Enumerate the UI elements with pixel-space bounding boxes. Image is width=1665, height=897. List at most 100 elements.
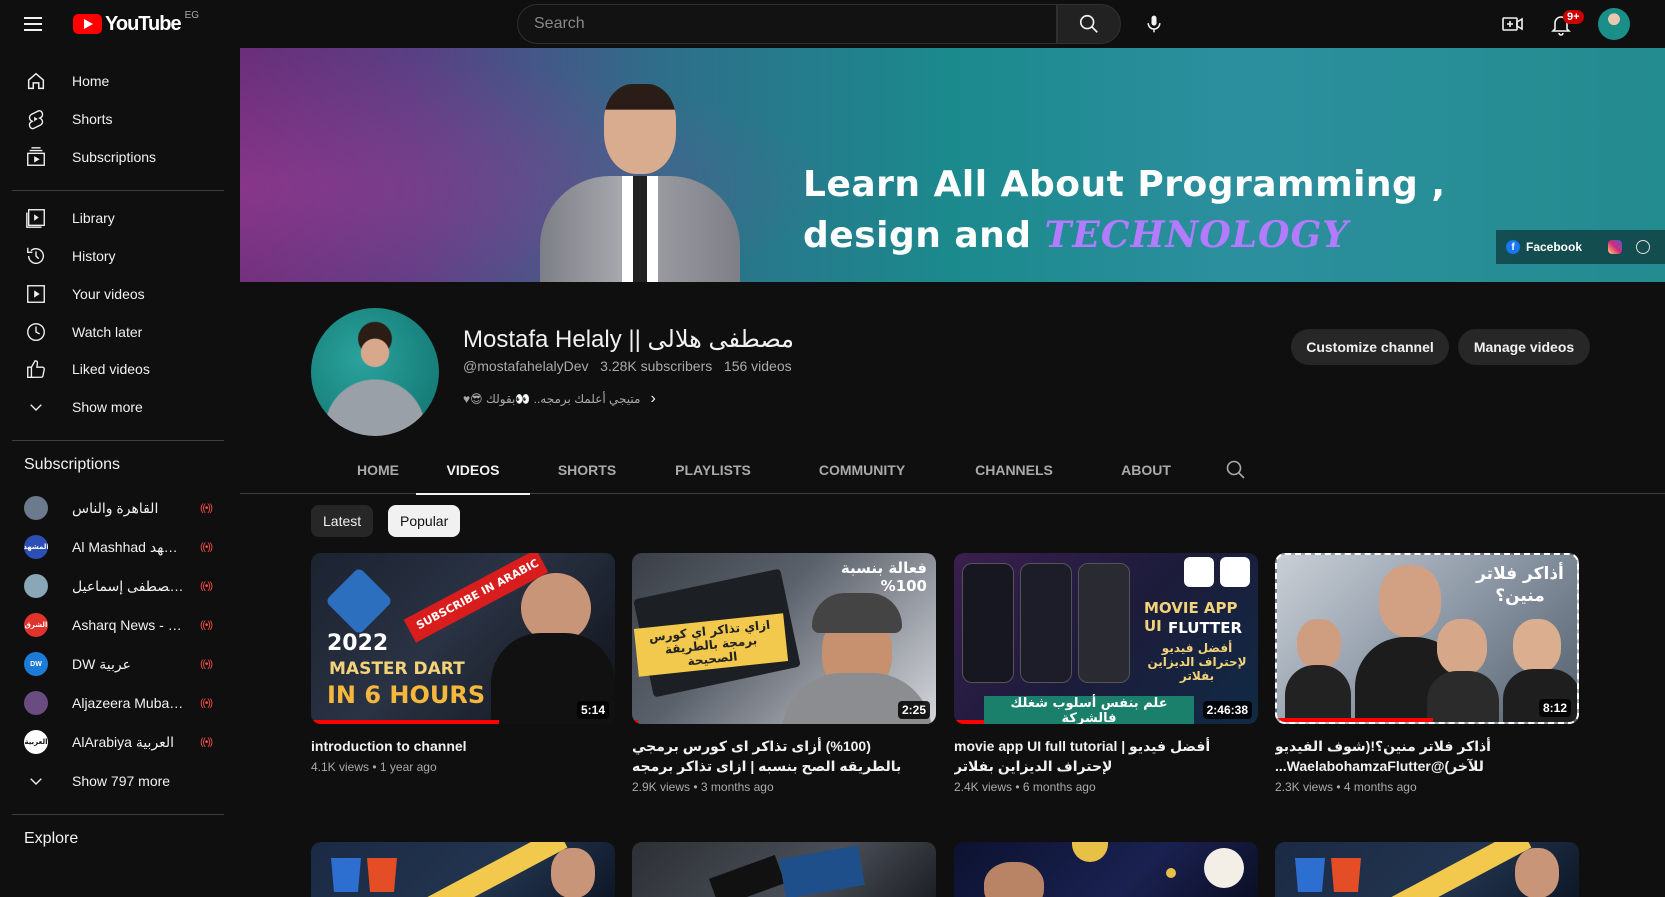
sidebar-item-show-more[interactable]: Show more <box>12 387 224 427</box>
subscription-label: الشيخ مصطفى إسماعيل <box>72 577 184 594</box>
video-thumbnail[interactable] <box>632 842 936 897</box>
sidebar-item-shorts[interactable]: Shorts <box>12 99 224 139</box>
manage-videos-button[interactable]: Manage videos <box>1458 329 1590 365</box>
video-meta: 2.9K views • 3 months ago <box>632 780 774 794</box>
subscription-label: Al Mashhad المشهد <box>72 538 184 555</box>
search-box <box>517 4 1057 44</box>
video-thumbnail[interactable]: أذاكر فلاتر منين؟ 8:12 <box>1275 553 1579 724</box>
tab-playlists[interactable]: PLAYLISTS <box>644 446 782 494</box>
thumbnail-text: 2022 <box>327 631 389 656</box>
video-thumbnail[interactable]: MOVIE APP UI FLUTTER أفضل فيديو لإحتراف … <box>954 553 1258 724</box>
search-icon[interactable] <box>1224 458 1248 482</box>
sidebar-item-history[interactable]: History <box>12 236 224 276</box>
subscription-item[interactable]: الشرق Asharq News - الشرق ((•)) <box>12 605 224 645</box>
banner-links: f Facebook <box>1496 230 1665 264</box>
video-title[interactable]: أذاكر فلاتر منين؟!(شوف الفيديو للآخر)@Wa… <box>1275 736 1579 776</box>
banner-line-1: Learn All About Programming , <box>803 164 1446 205</box>
video-card[interactable]: أذاكر فلاتر منين؟ 8:12 أذاكر فلاتر منين؟… <box>1275 553 1579 794</box>
tab-community[interactable]: COMMUNITY <box>782 446 942 494</box>
banner-accent-text: TECHNOLOGY <box>1044 214 1349 256</box>
subscription-label: Aljazeera Mubasher <box>72 695 184 711</box>
explore-heading: Explore <box>24 830 79 847</box>
video-title[interactable]: introduction to channel <box>311 736 615 756</box>
video-title[interactable]: (%100) أزاى تذاكر اى كورس برمجي بالطريقه… <box>632 736 936 776</box>
facebook-link[interactable]: Facebook <box>1526 240 1582 254</box>
instagram-icon[interactable] <box>1608 240 1623 254</box>
video-thumbnail[interactable] <box>311 842 615 897</box>
subscriber-count: 3.28K subscribers <box>600 358 713 374</box>
microphone-icon <box>1147 15 1161 33</box>
chevron-down-icon <box>24 769 48 793</box>
video-card[interactable]: MOVIE APP UI FLUTTER أفضل فيديو لإحتراف … <box>954 553 1258 794</box>
sidebar-item-subscriptions[interactable]: Subscriptions <box>12 137 224 177</box>
channel-avatar <box>24 691 48 715</box>
live-icon: ((•)) <box>200 619 213 631</box>
subscription-label: Asharq News - الشرق <box>72 616 184 633</box>
notifications-button[interactable]: 9+ <box>1541 8 1584 40</box>
sidebar-item-label: History <box>72 248 116 264</box>
search-input[interactable] <box>518 5 1056 43</box>
video-meta: 2.3K views • 4 months ago <box>1275 780 1417 794</box>
channel-avatar-large[interactable] <box>311 308 439 436</box>
chip-latest[interactable]: Latest <box>311 505 374 537</box>
sidebar-item-label: Liked videos <box>72 361 150 377</box>
video-duration: 2:46:38 <box>1202 701 1252 719</box>
sidebar-divider <box>12 814 224 815</box>
tab-videos[interactable]: VIDEOS <box>416 446 530 495</box>
tab-home[interactable]: HOME <box>326 446 430 494</box>
channel-handle: @mostafahelalyDev <box>463 358 589 374</box>
sidebar-item-home[interactable]: Home <box>12 61 224 101</box>
video-thumbnail[interactable] <box>954 842 1258 897</box>
channel-avatar: DW <box>24 652 48 676</box>
sidebar-item-liked-videos[interactable]: Liked videos <box>12 349 224 389</box>
create-button[interactable] <box>1493 8 1533 40</box>
video-card[interactable]: فعالة بنسبة 100% ازاي تذاكر اي كورس برمج… <box>632 553 936 794</box>
live-icon: ((•)) <box>200 658 213 670</box>
thumbnail-text: علم بنفس أسلوب شغلك فالشركة <box>984 696 1194 724</box>
globe-icon[interactable] <box>1636 240 1651 254</box>
search-button[interactable] <box>1057 4 1121 44</box>
subscription-item[interactable]: المشهد Al Mashhad المشهد ((•)) <box>12 527 224 567</box>
watch-progress-bar <box>954 720 985 724</box>
sidebar-item-label: Shorts <box>72 111 113 127</box>
live-icon: ((•)) <box>200 502 213 514</box>
notification-badge: 9+ <box>1563 10 1584 24</box>
menu-icon[interactable] <box>24 14 48 34</box>
video-thumbnail[interactable]: SUBSCRIBE IN ARABIC 2022 MASTER DART IN … <box>311 553 615 724</box>
video-duration: 5:14 <box>576 701 609 719</box>
sidebar-item-show-more-subscriptions[interactable]: Show 797 more <box>12 761 224 801</box>
youtube-logo[interactable]: YouTube EG <box>73 10 199 36</box>
tab-channels[interactable]: CHANNELS <box>942 446 1086 494</box>
library-icon <box>24 206 48 230</box>
voice-search-button[interactable] <box>1134 4 1174 44</box>
tab-shorts[interactable]: SHORTS <box>530 446 644 494</box>
subscription-label: القاهرة والناس <box>72 499 159 516</box>
html5-icon <box>367 858 397 892</box>
subscription-item[interactable]: العربية AlArabiya العربية ((•)) <box>12 722 224 762</box>
sidebar-item-library[interactable]: Library <box>12 198 224 238</box>
tab-about[interactable]: ABOUT <box>1086 446 1206 494</box>
video-thumbnail[interactable]: فعالة بنسبة 100% ازاي تذاكر اي كورس برمج… <box>632 553 936 724</box>
subscription-item[interactable]: DW DW عربية ((•)) <box>12 644 224 684</box>
live-icon: ((•)) <box>200 541 213 553</box>
video-card[interactable]: SUBSCRIBE IN ARABIC 2022 MASTER DART IN … <box>311 553 615 774</box>
sidebar-item-watch-later[interactable]: Watch later <box>12 312 224 352</box>
video-title[interactable]: movie app UI full tutorial | أفضل فيديو … <box>954 736 1258 776</box>
subscription-item[interactable]: Aljazeera Mubasher ((•)) <box>12 683 224 723</box>
subscription-item[interactable]: القاهرة والناس ((•)) <box>12 488 224 528</box>
css3-icon <box>331 858 361 892</box>
video-thumbnail[interactable] <box>1275 842 1579 897</box>
logo-text: YouTube <box>105 12 182 35</box>
chip-popular[interactable]: Popular <box>388 505 461 537</box>
channel-name: Mostafa Helaly || مصطفى هلالى <box>463 326 795 353</box>
subscription-item[interactable]: الشيخ مصطفى إسماعيل ((•)) <box>12 566 224 606</box>
sidebar-divider <box>12 190 224 191</box>
watch-later-icon <box>24 320 48 344</box>
video-duration: 8:12 <box>1538 699 1571 717</box>
sidebar-item-your-videos[interactable]: Your videos <box>12 274 224 314</box>
channel-description[interactable]: ♥😎 متيجي أعلمك برمجه.. 👀بقولك › <box>463 390 656 408</box>
customize-channel-button[interactable]: Customize channel <box>1291 329 1449 365</box>
watch-progress-bar <box>632 720 639 724</box>
live-icon: ((•)) <box>200 580 213 592</box>
account-avatar[interactable] <box>1598 8 1630 40</box>
